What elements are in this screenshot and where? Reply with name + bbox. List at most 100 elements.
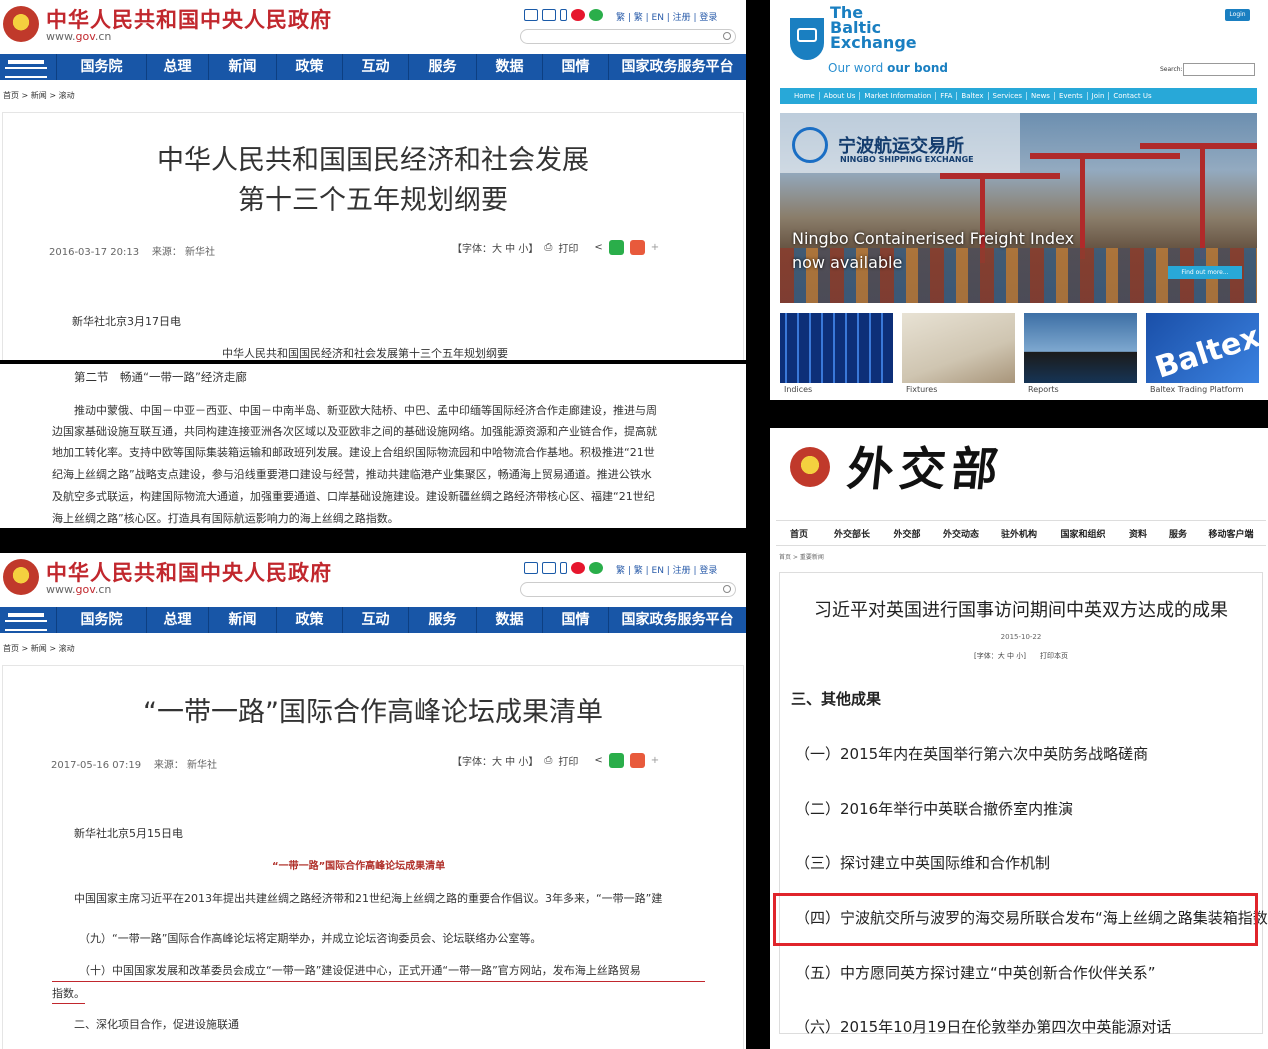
crumb-news[interactable]: 新闻 [31,91,47,100]
nav-item[interactable]: 外交部 [882,527,932,540]
crumb-rolling[interactable]: 滚动 [59,644,75,653]
mobile-icon[interactable] [560,9,567,21]
crumb-home[interactable]: 首页 [3,91,19,100]
nav-item[interactable]: 国务院 [56,54,146,80]
nav-item[interactable]: Services [989,92,1028,100]
main-nav: 国务院 总理 新闻 政策 互动 服务 数据 国情 国家政务服务平台 [0,54,746,80]
find-out-more-button[interactable]: Find out more... [1168,266,1242,279]
mfa-calligraphy-logo[interactable]: 外交部 [845,433,1008,499]
nav-item[interactable]: Baltex [957,92,989,100]
article-title-line1: 中华人民共和国国民经济和社会发展 [157,145,589,176]
nav-item[interactable]: News [1027,92,1055,100]
nav-item[interactable]: 服务 [408,54,476,80]
nav-item[interactable]: 资料 [1118,527,1158,540]
nav-item[interactable]: Events [1055,92,1088,100]
nav-item[interactable]: 国家政务服务平台 [608,54,746,80]
nav-item[interactable]: 国情 [542,54,608,80]
thumb-fixtures[interactable]: Fixtures [902,313,1015,398]
thumb-baltex[interactable]: Baltex Baltex Trading Platform [1146,313,1259,398]
more-share-icon[interactable]: + [651,242,659,253]
nav-item[interactable]: 国家和组织 [1048,527,1118,540]
breadcrumb[interactable]: 首页 > 重要新闻 [779,552,824,561]
share-icon[interactable]: < [594,755,602,766]
wechat-share-icon[interactable] [608,240,624,255]
item-ten-line1: （十）中国国家发展和改革委员会成立“一带一路”建设促进中心，正式开通“一带一路”… [79,964,641,977]
baltic-shield-icon [790,18,824,60]
article-title: “一带一路”国际合作高峰论坛成果清单 [143,697,603,728]
nav-item[interactable]: 政策 [276,607,342,633]
top-links[interactable]: 繁 | 繁 | EN | 注册 | 登录 [616,563,717,576]
nav-item[interactable]: 服务 [408,607,476,633]
mobile-icon[interactable] [560,562,567,574]
baltic-logo-text[interactable]: The Baltic Exchange [830,5,917,51]
crumb-rolling[interactable]: 滚动 [59,91,75,100]
top-links[interactable]: 繁 | 繁 | EN | 注册 | 登录 [616,10,717,23]
more-share-icon[interactable]: + [651,755,659,766]
nav-item[interactable]: About Us [820,92,861,100]
ningbo-logo-icon [792,127,828,163]
nav-item[interactable]: 移动客户端 [1198,527,1264,540]
nav-item[interactable]: 服务 [1158,527,1198,540]
print-button[interactable]: 打印 [558,240,578,255]
nav-item[interactable]: 政策 [276,54,342,80]
wechat-icon[interactable] [589,9,603,21]
nav-item[interactable]: Home [790,92,820,100]
print-icon[interactable]: ⎙ [544,242,552,253]
section-heading: 三、其他成果 [791,690,882,708]
nav-item[interactable]: 外交部长 [822,527,882,540]
crumb-home[interactable]: 首页 [3,644,19,653]
nav-item[interactable]: 外交动态 [932,527,990,540]
ningbo-name-en: NINGBO SHIPPING EXCHANGE [840,155,974,164]
nav-item[interactable]: Market Information [860,92,937,100]
nav-item[interactable]: Contact Us [1109,92,1155,100]
article-tools: 【字体：大 中 小】 ⎙ 打印 < + [452,753,659,768]
nav-item[interactable]: 总理 [146,607,208,633]
thumb-reports[interactable]: Reports [1024,313,1137,398]
nav-item[interactable]: 互动 [342,54,408,80]
nav-item[interactable]: 新闻 [208,54,276,80]
nav-item[interactable]: 驻外机构 [990,527,1048,540]
wechat-icon[interactable] [589,562,603,574]
weibo-icon[interactable] [571,9,585,21]
nav-item[interactable]: Join [1088,92,1110,100]
print-icon[interactable]: ⎙ [544,755,552,766]
login-button[interactable]: Login [1225,9,1250,21]
list-item: （二）2016年举行中英联合撤侨室内推演 [795,800,1074,818]
dateline: 新华社北京5月15日电 [74,827,183,840]
nav-item[interactable]: 新闻 [208,607,276,633]
mail-icon[interactable] [524,562,538,574]
article-tools[interactable]: [字体：大 中 小] 打印本页 [779,651,1263,661]
wechat-share-icon[interactable] [608,753,624,768]
search-input[interactable] [1183,63,1255,76]
article-meta: 2016-03-17 20:13 来源： 新华社 [49,247,216,258]
message-icon[interactable] [542,562,556,574]
font-size-control[interactable]: 【字体：大 中 小】 [452,240,538,255]
message-icon[interactable] [542,9,556,21]
font-size-control[interactable]: 【字体：大 中 小】 [452,753,538,768]
nav-item[interactable]: 数据 [476,54,542,80]
article-date: 2015-10-22 [1000,633,1042,641]
nav-item[interactable]: 首页 [776,527,822,540]
thumb-indices[interactable]: Indices [780,313,893,398]
nav-item[interactable]: FFA [936,92,958,100]
national-emblem-icon [3,559,39,595]
search-input[interactable] [520,29,736,44]
nav-item[interactable]: 数据 [476,607,542,633]
search-input[interactable] [520,582,736,597]
weibo-icon[interactable] [571,562,585,574]
nav-item[interactable]: 国家政务服务平台 [608,607,746,633]
nav-item[interactable]: 互动 [342,607,408,633]
weibo-share-icon[interactable] [629,240,645,255]
hero-banner[interactable]: 宁波航运交易所 NINGBO SHIPPING EXCHANGE Ningbo … [780,113,1257,303]
section-heading: 第二节 畅通“一带一路”经济走廊 [74,370,247,384]
crumb-news[interactable]: 新闻 [31,644,47,653]
nav-item[interactable]: 国务院 [56,607,146,633]
mail-icon[interactable] [524,9,538,21]
weibo-share-icon[interactable] [629,753,645,768]
nav-item[interactable]: 国情 [542,607,608,633]
print-button[interactable]: 打印 [558,753,578,768]
tiananmen-icon [0,54,56,80]
share-icon[interactable]: < [594,242,602,253]
baltex-logo-text: Baltex [1151,319,1259,383]
nav-item[interactable]: 总理 [146,54,208,80]
